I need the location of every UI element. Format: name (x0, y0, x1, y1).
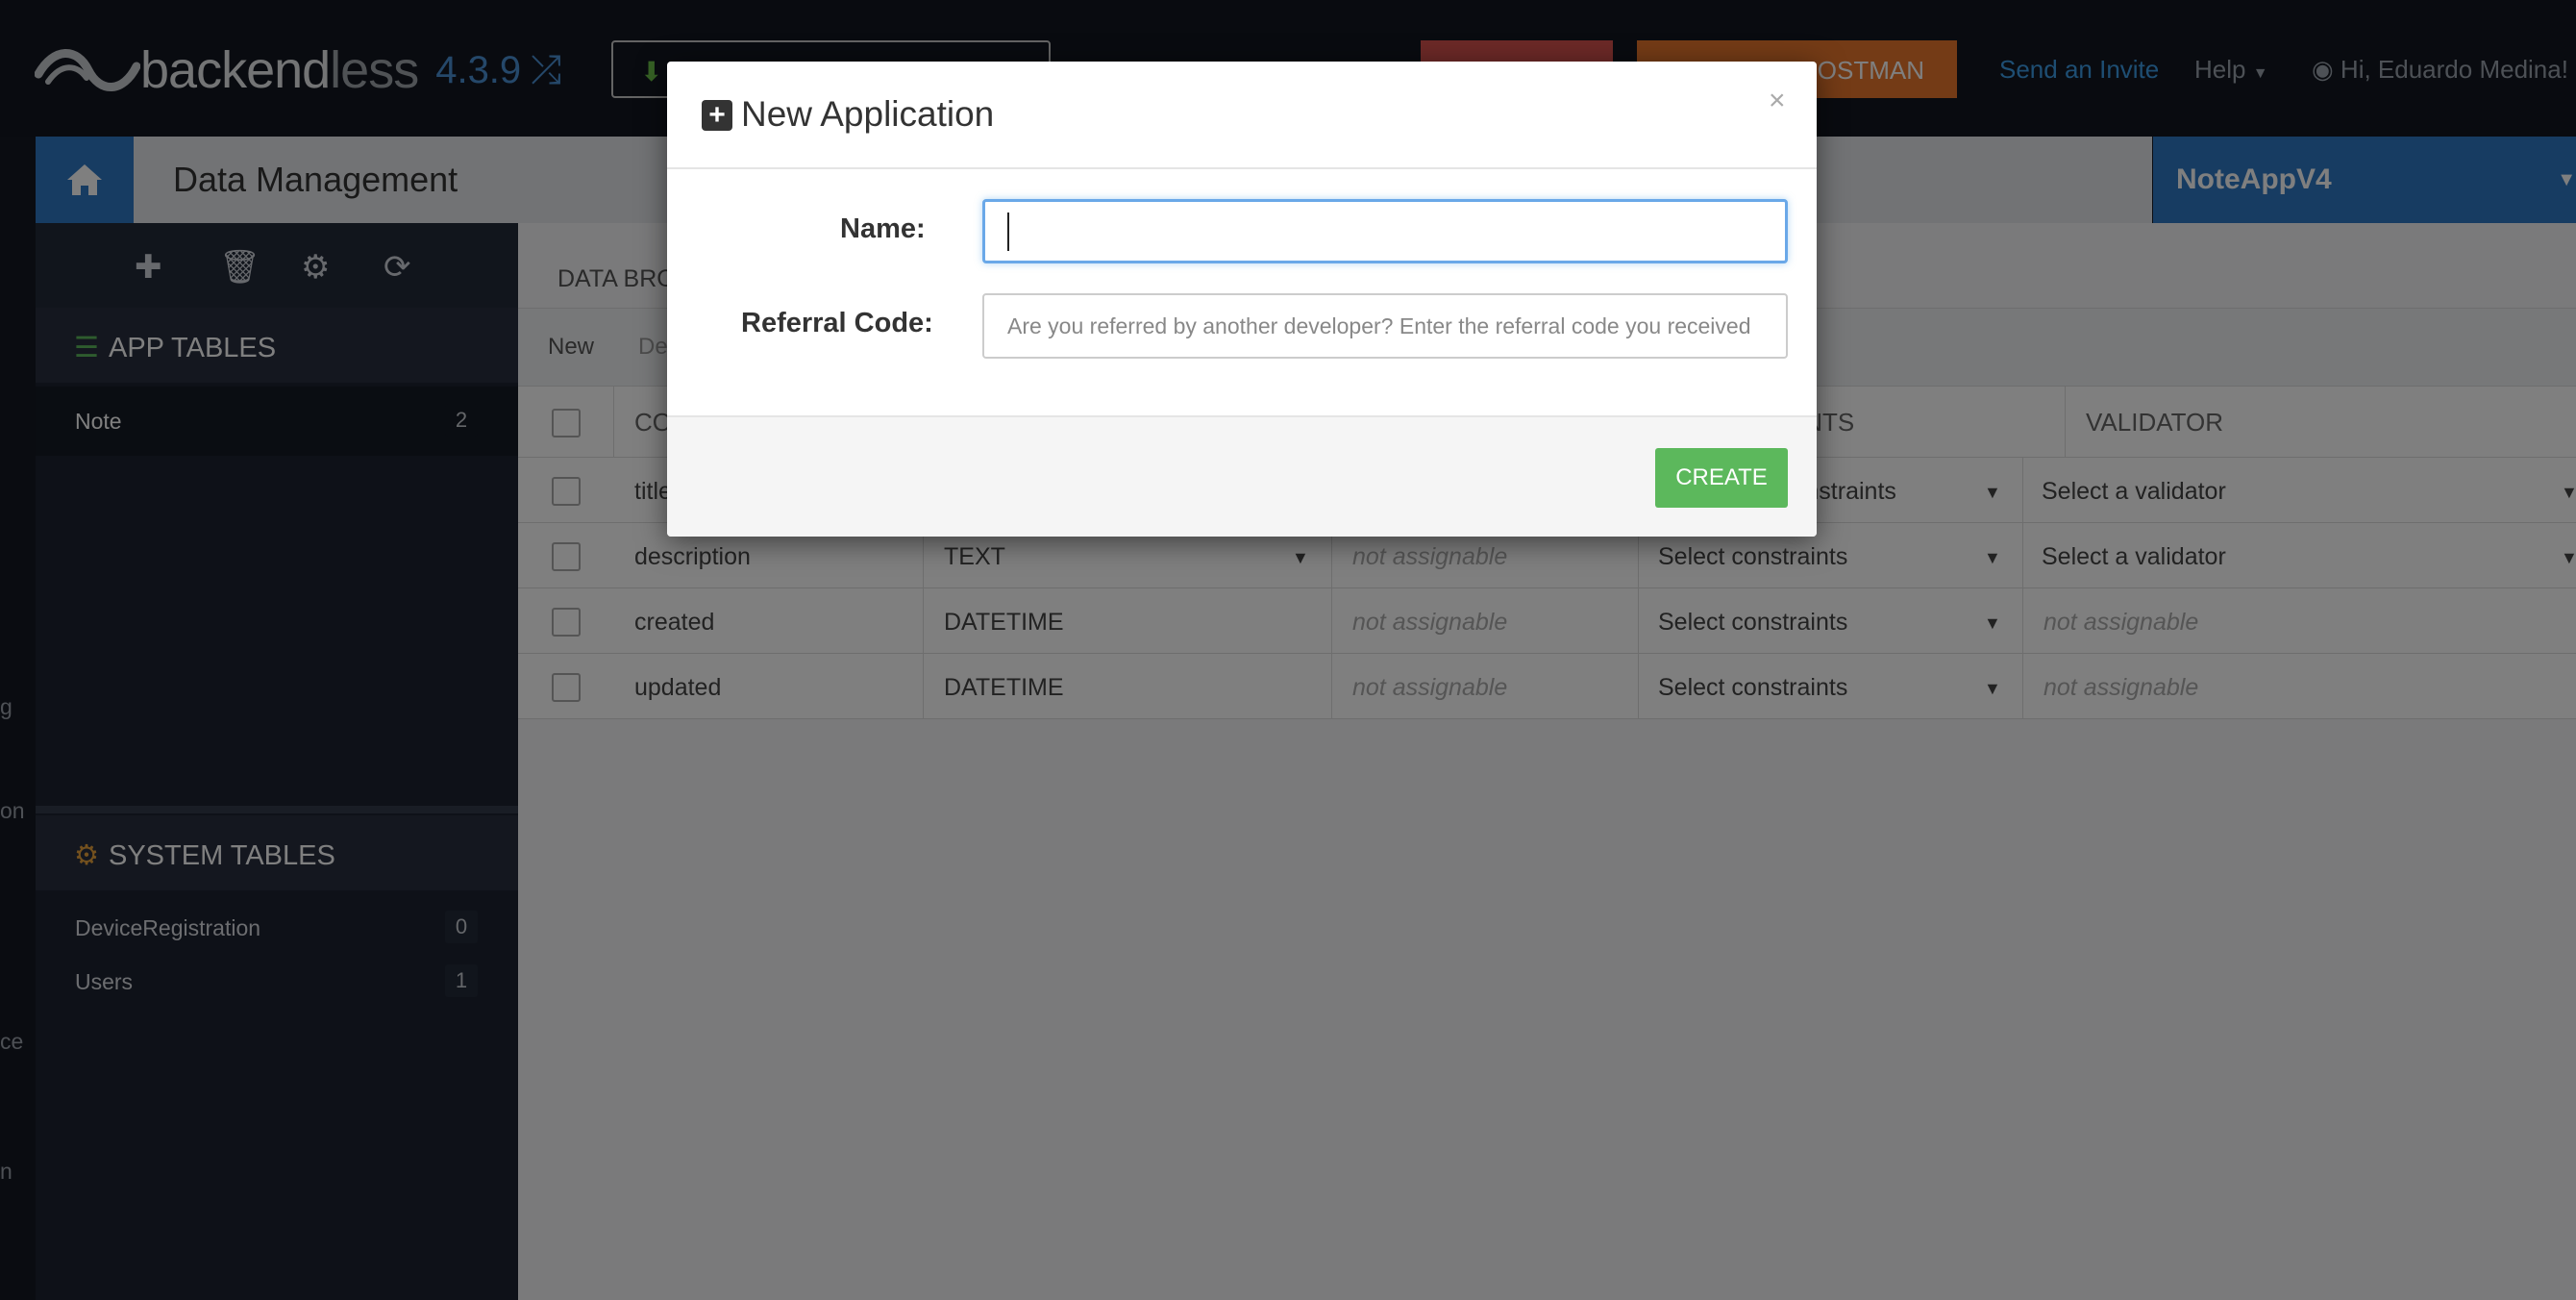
referral-code-label: Referral Code: (741, 308, 933, 338)
app-name-input[interactable] (982, 199, 1788, 263)
create-button[interactable]: CREATE (1655, 448, 1788, 508)
plus-square-icon: + (702, 100, 732, 131)
referral-code-input[interactable] (982, 293, 1788, 359)
name-label: Name: (840, 213, 926, 244)
close-icon[interactable]: × (1769, 85, 1786, 117)
dialog-title: New Application (741, 94, 995, 134)
dialog-footer (667, 415, 1817, 537)
text-cursor (1007, 212, 1009, 251)
